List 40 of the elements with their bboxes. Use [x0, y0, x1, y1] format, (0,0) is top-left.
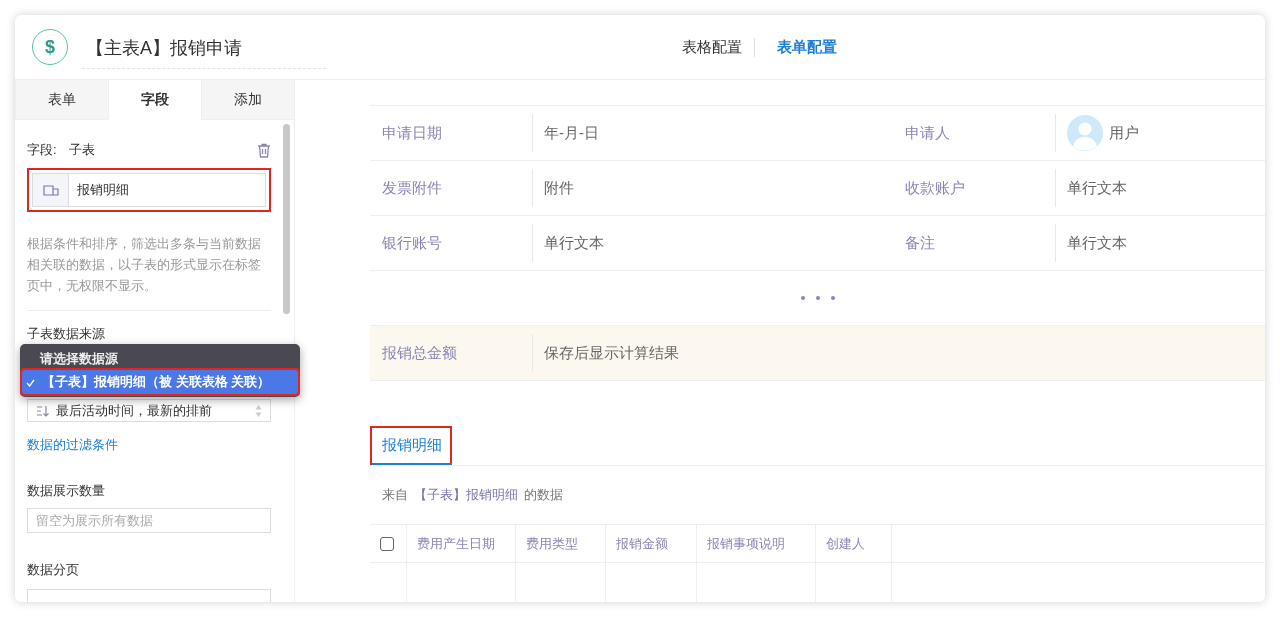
- form-field[interactable]: 用户: [1055, 106, 1265, 160]
- form-label: 银行账号: [381, 232, 443, 253]
- nav-tab[interactable]: 表单配置: [754, 37, 849, 57]
- menu-header: 请选择数据源: [38, 350, 119, 368]
- form-label: 申请人: [904, 122, 951, 143]
- form-field[interactable]: 单行文本: [532, 216, 893, 270]
- paging-label: 数据分页: [27, 560, 80, 579]
- subtable-tab[interactable]: 报销明细: [372, 436, 452, 465]
- form-label: 发票附件: [381, 177, 443, 198]
- form-field[interactable]: 年-月-日: [532, 106, 893, 160]
- name-field[interactable]: 报销明细: [32, 173, 266, 207]
- form-label: 收款账户: [904, 177, 966, 198]
- column-header: 报销事项说明: [697, 525, 816, 563]
- calculated-field: 保存后显示计算结果: [532, 326, 893, 380]
- form-field[interactable]: 附件: [532, 161, 893, 215]
- source-label: 子表数据来源: [27, 325, 106, 343]
- sort-select[interactable]: 最后活动时间，最新的排前: [27, 399, 271, 423]
- form-title: 【主表A】报销申请: [82, 29, 326, 69]
- form-label: 报销总金额: [381, 342, 458, 363]
- form-field[interactable]: 单行文本: [1055, 161, 1265, 215]
- filter-link[interactable]: 数据的过滤条件: [27, 436, 271, 455]
- form-label: 申请日期: [381, 122, 443, 143]
- sidebar-tab[interactable]: 添加: [201, 80, 294, 120]
- menu-option[interactable]: 【子表】报销明细（被 关联表格 关联）: [22, 370, 298, 394]
- field-description: 根据条件和排序，筛选出多条与当前数据相关联的数据，以子表的形式显示在标签页中，无权限不显示。: [27, 233, 271, 311]
- note-text: 来自: [382, 486, 408, 504]
- field-label: 字段:: [27, 141, 57, 159]
- source-link[interactable]: 【子表】报销明细: [414, 486, 518, 504]
- column-header: 费用类型: [516, 525, 606, 563]
- column-header: 费用产生日期: [407, 525, 516, 563]
- form-field[interactable]: 单行文本: [1055, 216, 1265, 270]
- note-text: 的数据: [524, 486, 563, 504]
- count-label: 数据展示数量: [27, 482, 106, 501]
- sidebar-tab[interactable]: 表单: [15, 80, 108, 120]
- nav-tab[interactable]: 表格配置: [670, 37, 754, 57]
- column-header: 报销金额: [606, 525, 697, 563]
- count-input[interactable]: 留空为展示所有数据: [27, 508, 271, 533]
- form-label: 备注: [904, 232, 936, 253]
- column-header: 创建人: [816, 525, 892, 563]
- field-type: 子表: [68, 141, 95, 159]
